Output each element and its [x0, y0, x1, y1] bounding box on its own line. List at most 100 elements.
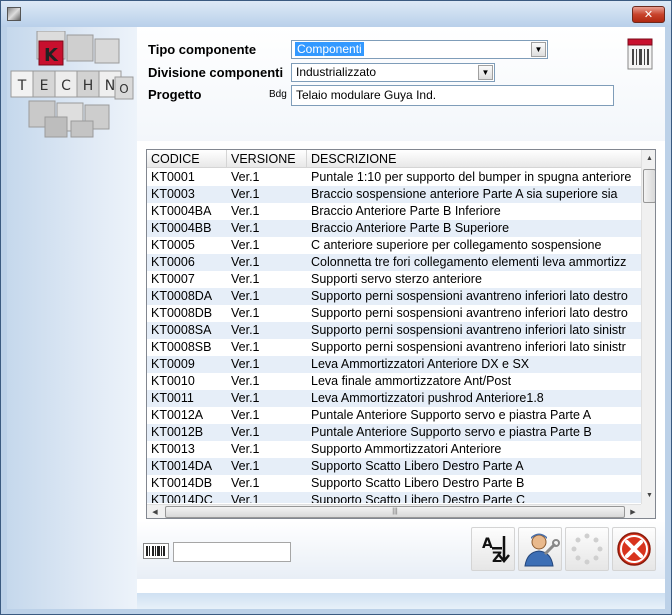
chevron-down-icon[interactable]: ▼ [478, 65, 493, 80]
grid-header: CODICE VERSIONE DESCRIZIONE [147, 150, 647, 168]
row-description: Leva Ammortizzatori Anteriore DX e SX [311, 357, 530, 371]
row-version: Ver.1 [231, 408, 260, 422]
row-code: KT0003 [151, 187, 195, 201]
row-version: Ver.1 [231, 374, 260, 388]
window-close-button[interactable]: ✕ [632, 6, 665, 23]
table-row[interactable]: KT0008DB Ver.1 Supporto perni sospensioni … [147, 305, 641, 322]
scroll-right-icon[interactable]: ▶ [625, 505, 641, 518]
row-version: Ver.1 [231, 323, 260, 337]
cancel-button[interactable] [612, 527, 656, 571]
column-header-versione[interactable]: VERSIONE [227, 150, 307, 168]
column-header-codice[interactable]: CODICE [147, 150, 227, 168]
scroll-down-icon[interactable]: ▼ [642, 487, 655, 504]
left-panel: K T E C H N O [7, 27, 137, 609]
row-version: Ver.1 [231, 187, 260, 201]
row-code: KT0012A [151, 408, 204, 422]
row-code: KT0006 [151, 255, 195, 269]
table-row[interactable]: KT0014DA Ver.1 Supporto Scatto Libero Dest… [147, 458, 641, 475]
form-area: Tipo componente Componenti ▼ Divisione c… [137, 27, 665, 157]
table-row[interactable]: KT0013 Ver.1 Supporto Ammortizzatori Anter… [147, 441, 641, 458]
row-version: Ver.1 [231, 255, 260, 269]
table-row[interactable]: KT0008SB Ver.1 Supporto perni sospensioni … [147, 339, 641, 356]
horizontal-scroll-thumb[interactable]: ||| [165, 506, 625, 518]
user-settings-button[interactable] [518, 527, 562, 571]
row-description: Colonnetta tre fori collegamento element… [311, 255, 627, 269]
app-icon[interactable] [7, 7, 21, 21]
row-code: KT0008SB [151, 340, 212, 354]
components-grid[interactable]: CODICE VERSIONE DESCRIZIONE KT0001 Ver.1 P… [146, 149, 656, 519]
row-code: KT0014DC [151, 493, 213, 503]
title-bar: ✕ [1, 1, 671, 27]
progetto-prefix: Bdg [269, 89, 287, 100]
row-version: Ver.1 [231, 238, 260, 252]
tipo-componente-label: Tipo componente [148, 42, 257, 57]
row-description: Supporto Scatto Libero Destro Parte B [311, 476, 525, 490]
row-code: KT0012B [151, 425, 204, 439]
logo-letter-h: H [83, 78, 94, 94]
scrollbar-corner [641, 504, 655, 518]
row-version: Ver.1 [231, 459, 260, 473]
divisione-componenti-select[interactable]: Industrializzato ▼ [291, 63, 495, 82]
table-row[interactable]: KT0012B Ver.1 Puntale Anteriore Supporto s… [147, 424, 641, 441]
bottom-toolbar: A Z [137, 521, 665, 579]
row-description: Braccio Anteriore Parte B Inferiore [311, 204, 501, 218]
row-description: Supporto perni sospensioni avantreno inf… [311, 306, 628, 320]
tipo-componente-select[interactable]: Componenti ▼ [291, 40, 548, 59]
table-row[interactable]: KT0004BB Ver.1 Braccio Anteriore Parte B S… [147, 220, 641, 237]
logo-letter-t: T [17, 78, 27, 94]
main-window: ✕ K T E C H N O Tipo componente Componen… [0, 0, 672, 615]
table-row[interactable]: KT0011 Ver.1 Leva Ammortizzatori pushrod A… [147, 390, 641, 407]
table-row[interactable]: KT0001 Ver.1 Puntale 1:10 per supporto del… [147, 169, 641, 186]
database-stack-icon[interactable] [625, 37, 655, 71]
row-code: KT0001 [151, 170, 195, 184]
row-version: Ver.1 [231, 442, 260, 456]
vertical-scrollbar[interactable]: ▲ ▼ [641, 150, 655, 504]
row-version: Ver.1 [231, 306, 260, 320]
divisione-componenti-value: Industrializzato [296, 65, 377, 79]
table-row[interactable]: KT0010 Ver.1 Leva finale ammortizzatore An… [147, 373, 641, 390]
row-description: Supporti servo sterzo anteriore [311, 272, 482, 286]
row-version: Ver.1 [231, 425, 260, 439]
row-description: Puntale Anteriore Supporto servo e piast… [311, 425, 592, 439]
row-description: Leva finale ammortizzatore Ant/Post [311, 374, 512, 388]
table-row[interactable]: KT0008SA Ver.1 Supporto perni sospensioni … [147, 322, 641, 339]
row-version: Ver.1 [231, 476, 260, 490]
column-header-descrizione[interactable]: DESCRIZIONE [307, 150, 647, 168]
table-row[interactable]: KT0009 Ver.1 Leva Ammortizzatori Anteriore… [147, 356, 641, 373]
row-version: Ver.1 [231, 272, 260, 286]
logo-letter-e: E [40, 78, 49, 94]
sort-button[interactable]: A Z [471, 527, 515, 571]
table-row[interactable]: KT0014DC Ver.1 Supporto Scatto Libero Dest… [147, 492, 641, 503]
row-version: Ver.1 [231, 221, 260, 235]
table-row[interactable]: KT0003 Ver.1 Braccio sospensione anteriore… [147, 186, 641, 203]
row-description: Supporto perni sospensioni avantreno inf… [311, 340, 626, 354]
table-row[interactable]: KT0007 Ver.1 Supporti servo sterzo anterio… [147, 271, 641, 288]
table-row[interactable]: KT0008DA Ver.1 Supporto perni sospensioni … [147, 288, 641, 305]
loading-icon [571, 533, 603, 565]
table-row[interactable]: KT0004BA Ver.1 Braccio Anteriore Parte B I… [147, 203, 641, 220]
row-description: Braccio sospensione anteriore Parte A si… [311, 187, 618, 201]
table-row[interactable]: KT0014DB Ver.1 Supporto Scatto Libero Dest… [147, 475, 641, 492]
table-row[interactable]: KT0005 Ver.1 C anteriore superiore per col… [147, 237, 641, 254]
loading-button[interactable] [565, 527, 609, 571]
row-description: Leva Ammortizzatori pushrod Anteriore1.8 [311, 391, 544, 405]
row-code: KT0011 [151, 391, 194, 405]
progetto-field[interactable]: Telaio modulare Guya Ind. [291, 85, 614, 106]
divisione-componenti-label: Divisione componenti [148, 65, 284, 80]
row-code: KT0007 [151, 272, 195, 286]
row-description: Puntale 1:10 per supporto del bumper in … [311, 170, 632, 184]
vertical-scroll-thumb[interactable] [643, 169, 655, 203]
chevron-down-icon[interactable]: ▼ [531, 42, 546, 57]
table-row[interactable]: KT0006 Ver.1 Colonnetta tre fori collegame… [147, 254, 641, 271]
logo-letter-n: N [105, 78, 115, 94]
grid-rows: KT0001 Ver.1 Puntale 1:10 per supporto del… [147, 169, 641, 503]
scroll-left-icon[interactable]: ◀ [147, 505, 163, 518]
horizontal-scrollbar[interactable]: ◀ ||| ▶ [147, 504, 641, 518]
barcode-input[interactable] [173, 542, 291, 562]
row-version: Ver.1 [231, 357, 260, 371]
row-code: KT0004BB [151, 221, 212, 235]
scroll-up-icon[interactable]: ▲ [642, 150, 655, 167]
row-description: Supporto perni sospensioni avantreno inf… [311, 289, 628, 303]
table-row[interactable]: KT0012A Ver.1 Puntale Anteriore Supporto s… [147, 407, 641, 424]
row-code: KT0008DB [151, 306, 213, 320]
